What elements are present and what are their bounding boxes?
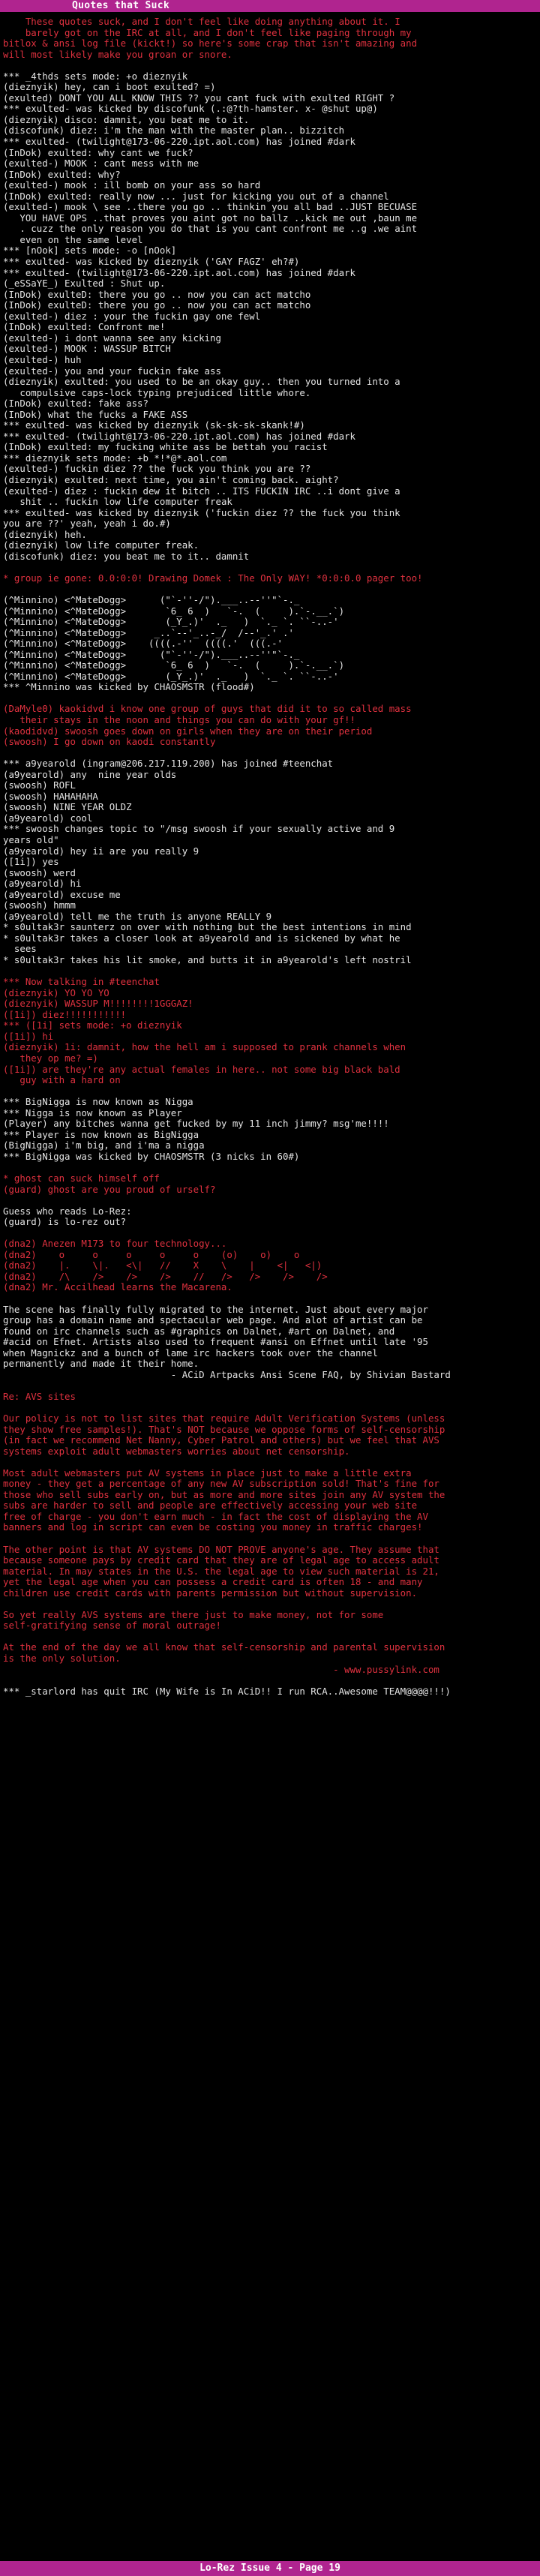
avs-paragraph-2: Most adult webmasters put AV systems in … bbox=[3, 1467, 446, 1533]
acid-faq-paragraph: The scene has finally fully migrated to … bbox=[3, 1303, 428, 1370]
header-bar: Quotes that Suck bbox=[0, 0, 540, 12]
page-content: These quotes suck, and I don't feel like… bbox=[3, 17, 537, 2558]
red-quote-1: (DaMyle0) kaokidvd i know one group of g… bbox=[3, 703, 412, 748]
footer-bar: Lo-Rez Issue 4 - Page 19 bbox=[0, 2561, 540, 2576]
avs-heading: Re: AVS sites bbox=[3, 1390, 76, 1402]
lorez-quote: Guess who reads Lo-Rez: (guard) is lo-re… bbox=[3, 1205, 132, 1228]
intro-paragraph: These quotes suck, and I don't feel like… bbox=[3, 17, 418, 60]
red-quote-2: *** Now talking in #teenchat (dieznyik) … bbox=[3, 976, 406, 1086]
divider-line: * group ie gone: 0.0:0:0! Drawing Domek … bbox=[3, 572, 423, 584]
avs-attribution: - www.pussylink.com bbox=[3, 1663, 440, 1675]
acid-faq-attribution: - ACiD Artpacks Ansi Scene FAQ, by Shivi… bbox=[3, 1368, 451, 1380]
quit-line: *** _starlord has quit IRC (My Wife is I… bbox=[3, 1685, 451, 1697]
footer-page-label: Lo-Rez Issue 4 - Page 19 bbox=[200, 2562, 340, 2574]
irc-log-dark: *** _4thds sets mode: +o dieznyik (diezn… bbox=[3, 70, 418, 562]
ascii-art-log: (^Minnino) <^MateDogg> ("`-''-/").___..-… bbox=[3, 593, 345, 693]
page-title: Quotes that Suck bbox=[72, 0, 170, 11]
avs-paragraph-1: Our policy is not to list sites that req… bbox=[3, 1413, 446, 1457]
avs-paragraph-4: So yet really AVS systems are there just… bbox=[3, 1608, 384, 1632]
dancing-ascii: (dna2) Anezen M173 to four technology...… bbox=[3, 1238, 328, 1293]
red-quote-3: * ghost can suck himself off (guard) gho… bbox=[3, 1172, 216, 1195]
irc-log-nicks: *** BigNigga is now known as Nigga *** N… bbox=[3, 1096, 389, 1162]
irc-log-teenchat: *** a9yearold (ingram@206.217.119.200) h… bbox=[3, 758, 412, 966]
avs-paragraph-3: The other point is that AV systems DO NO… bbox=[3, 1543, 440, 1599]
avs-paragraph-5: At the end of the day we all know that s… bbox=[3, 1641, 446, 1665]
